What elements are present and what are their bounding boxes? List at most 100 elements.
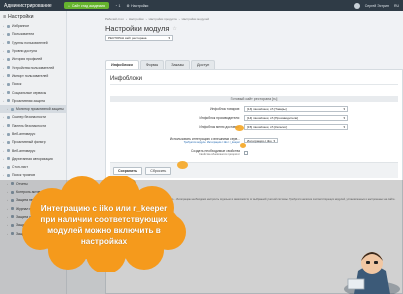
sidebar-item-label: Сканер безопасности bbox=[12, 115, 46, 120]
tab-access[interactable]: Доступ bbox=[190, 60, 216, 69]
sidebar-item[interactable]: › Проактивная защита bbox=[0, 97, 66, 105]
select-value: Интеграция с iiko bbox=[247, 138, 272, 143]
chevron-right-icon[interactable]: › bbox=[3, 74, 5, 78]
tab-forms[interactable]: Формы bbox=[139, 60, 165, 69]
chevron-right-icon[interactable]: › bbox=[3, 115, 5, 119]
integration-links[interactable]: Требуется модуль: Интеграция с iiko / r_… bbox=[184, 141, 240, 144]
reset-button[interactable]: Сбросить bbox=[145, 166, 172, 175]
chevron-right-icon[interactable]: › bbox=[3, 32, 5, 36]
bell-icon: ◔ bbox=[114, 3, 118, 8]
sidebar-item[interactable]: › Поиск bbox=[0, 80, 66, 88]
breadcrumb-separator: › bbox=[178, 17, 180, 21]
row-label: Инфоблок производителя: bbox=[199, 116, 241, 120]
sidebar-item[interactable]: › Пользователи bbox=[0, 30, 66, 38]
row-integration: Использовать интеграцию с внешними серв.… bbox=[110, 136, 400, 145]
avatar[interactable] bbox=[353, 2, 360, 9]
sidebar-item[interactable]: › Веб-антивирус bbox=[0, 146, 66, 154]
sidebar-item-icon bbox=[7, 66, 10, 70]
breadcrumb-item[interactable]: Настройки продукта bbox=[149, 17, 177, 21]
sidebar-item-label: Импорт пользователей bbox=[12, 73, 49, 78]
admin-title[interactable]: Администрирование bbox=[0, 3, 62, 9]
sidebar-item[interactable]: › Избранное bbox=[0, 22, 66, 30]
create-props-sub: Свойства обновляются приоритет bbox=[199, 153, 240, 156]
chevron-right-icon[interactable]: › bbox=[3, 24, 5, 28]
sidebar-item[interactable]: › Группы пользователей bbox=[0, 39, 66, 47]
chevron-right-icon[interactable]: › bbox=[7, 107, 9, 111]
sidebar-item[interactable]: › Сканер безопасности bbox=[0, 113, 66, 121]
breadcrumb-item[interactable]: Настройки bbox=[129, 17, 144, 21]
select-value: [15] nieuwbouw, сб [Каталог] bbox=[247, 125, 288, 129]
chevron-right-icon[interactable]: › bbox=[3, 57, 5, 61]
chevron-right-icon[interactable]: › bbox=[3, 91, 5, 95]
chevron-right-icon[interactable]: › bbox=[3, 41, 5, 45]
site-button[interactable]: ⌂ Сайт стад академия bbox=[64, 2, 109, 9]
user-name[interactable]: Сергей Эстрин bbox=[365, 4, 389, 8]
breadcrumb-item[interactable]: Настройки модулей bbox=[182, 17, 210, 21]
sidebar-item-icon bbox=[7, 32, 10, 36]
create-props-label-block: Создать необходимые свойства Свойства об… bbox=[110, 149, 244, 156]
sidebar-item-icon bbox=[7, 173, 10, 177]
products-iblock-select[interactable]: [13] nieuwbouw, сб [Товары] ▾ bbox=[244, 106, 348, 112]
sidebar-item[interactable]: › Веб-антивирус bbox=[0, 130, 66, 138]
callout-text: Интеграцию с iiko или r_keeper при налич… bbox=[40, 204, 168, 246]
chevron-right-icon[interactable]: › bbox=[3, 157, 5, 161]
integration-label-block: Использовать интеграцию с внешними серв.… bbox=[110, 137, 244, 144]
sidebar-item[interactable]: › Устройства пользователей bbox=[0, 63, 66, 71]
breadcrumb-item[interactable]: Рабочий стол bbox=[105, 17, 124, 21]
highlight-marker bbox=[177, 161, 188, 169]
sidebar-item-icon bbox=[7, 165, 10, 169]
sidebar-item[interactable]: › Проактивный фильтр bbox=[0, 138, 66, 146]
menu-icon[interactable]: ≡ bbox=[3, 14, 6, 20]
sidebar-item-icon bbox=[11, 107, 14, 111]
notifications-count: 1 bbox=[118, 3, 121, 8]
sidebar-item[interactable]: › Двухэтапная авторизация bbox=[0, 155, 66, 163]
language-switch[interactable]: RU bbox=[394, 4, 399, 8]
save-button[interactable]: Сохранить bbox=[113, 166, 143, 175]
breadcrumb: Рабочий стол › Настройки › Настройки продукт… bbox=[105, 17, 209, 21]
chevron-down-icon: ▾ bbox=[343, 116, 345, 120]
delivery-iblock-select[interactable]: [15] nieuwbouw, сб [Каталог] ▾ bbox=[244, 124, 348, 130]
chevron-right-icon[interactable]: › bbox=[3, 173, 5, 177]
sidebar-item[interactable]: › Социальные сервисы bbox=[0, 88, 66, 96]
row-delivery-iblock: Инфоблок меню доставки: [15] nieuwbouw, … bbox=[110, 124, 400, 130]
sidebar-item[interactable]: › Стоп-лист bbox=[0, 163, 66, 171]
sidebar-item[interactable]: › Монитор проактивной защиты bbox=[0, 104, 66, 114]
chevron-right-icon[interactable]: › bbox=[3, 165, 5, 169]
tab-infoblocks[interactable]: Инфоблоки bbox=[105, 60, 139, 69]
sidebar-item-icon bbox=[7, 57, 10, 61]
settings-label: Настройки bbox=[131, 3, 149, 8]
producer-iblock-select[interactable]: [14] nieuwbouw, сб [Производители] ▾ bbox=[244, 115, 348, 121]
sidebar-item[interactable]: › Уровни доступа bbox=[0, 47, 66, 55]
block-heading: Готовый сайт ресторана [ru] bbox=[110, 96, 398, 102]
star-icon[interactable]: ☆ bbox=[172, 26, 176, 32]
site-button-label: Сайт стад академия bbox=[71, 3, 105, 8]
chevron-right-icon[interactable]: › bbox=[3, 82, 5, 86]
mascot-icon bbox=[344, 252, 400, 294]
sidebar-item-icon bbox=[7, 49, 10, 53]
chevron-right-icon[interactable]: › bbox=[3, 49, 5, 53]
sidebar-item-label: Проактивный фильтр bbox=[12, 140, 46, 145]
sidebar-title: ≡ Настройки bbox=[0, 11, 66, 22]
site-select[interactable]: РЕСТОРАН сайт ресторана ▾ bbox=[105, 35, 173, 41]
create-props-checkbox[interactable] bbox=[244, 150, 248, 155]
sidebar-item[interactable]: › Панель безопасности bbox=[0, 122, 66, 130]
sidebar-item-label: Панель безопасности bbox=[12, 123, 47, 128]
chevron-right-icon[interactable]: › bbox=[3, 66, 5, 70]
sidebar-item-icon bbox=[7, 24, 10, 28]
notifications-item[interactable]: ◔ 1 bbox=[115, 4, 121, 8]
chevron-right-icon[interactable]: › bbox=[3, 140, 5, 144]
integration-select[interactable]: Интеграция с iiko ▾ bbox=[244, 137, 278, 144]
sidebar-item[interactable]: › История профилей bbox=[0, 55, 66, 63]
sidebar-item-label: Пользователи bbox=[12, 32, 35, 37]
page-title: Настройки модуля ☆ bbox=[105, 24, 177, 33]
tab-orders[interactable]: Заказы bbox=[165, 60, 190, 69]
chevron-right-icon[interactable]: › bbox=[3, 132, 5, 136]
sidebar-item-label: Проактивная защита bbox=[12, 98, 45, 103]
settings-item[interactable]: ⚙ Настройки bbox=[126, 4, 148, 8]
chevron-right-icon[interactable]: › bbox=[3, 149, 5, 153]
chevron-right-icon[interactable]: › bbox=[3, 99, 5, 103]
sidebar-item[interactable]: › Импорт пользователей bbox=[0, 72, 66, 80]
sidebar-item-label: Монитор проактивной защиты bbox=[16, 107, 64, 112]
chevron-right-icon[interactable]: › bbox=[3, 124, 5, 128]
row-label: Инфоблок меню доставки: bbox=[199, 125, 240, 129]
